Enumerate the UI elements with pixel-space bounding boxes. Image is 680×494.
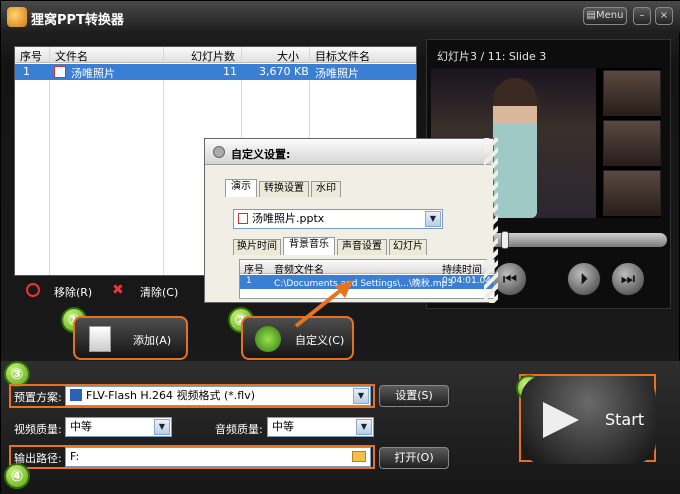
dialog-title: 自定义设置:: [231, 148, 291, 161]
open-button[interactable]: 打开(O): [379, 447, 449, 469]
preview-title: 幻灯片3 / 11: Slide 3: [437, 50, 547, 63]
column-divider: [163, 47, 164, 275]
start-arrow-icon: [543, 402, 579, 438]
video-quality-select[interactable]: 中等 ▼: [65, 417, 172, 437]
col-index[interactable]: 序号: [20, 48, 42, 64]
add-button-label: 添加(A): [133, 334, 172, 347]
subtab-sound-settings[interactable]: 声音设置: [337, 239, 387, 255]
annotation-arrow-icon: [294, 280, 353, 328]
step-marker-4: ④: [4, 463, 30, 489]
output-path-value: F:: [70, 450, 80, 463]
add-file-icon: [89, 326, 111, 352]
next-button[interactable]: ⏭: [611, 262, 645, 296]
folder-icon[interactable]: [352, 451, 366, 462]
tab-watermark[interactable]: 水印: [311, 181, 341, 197]
video-quality-value: 中等: [70, 420, 92, 433]
tools-icon: [255, 326, 281, 352]
start-label: Start: [605, 410, 645, 429]
audio-quality-value: 中等: [272, 420, 294, 433]
chevron-down-icon[interactable]: ▼: [425, 211, 441, 227]
dialog-torn-edge: [484, 138, 498, 303]
previous-button[interactable]: ⏮: [493, 262, 527, 296]
slide-photo-thumb: [603, 170, 661, 216]
minimize-button[interactable]: –: [633, 7, 651, 25]
music-col-file[interactable]: 音频文件名: [274, 261, 324, 276]
row-index: 1: [23, 65, 30, 78]
music-col-index[interactable]: 序号: [244, 261, 264, 276]
settings-button[interactable]: 设置(S): [379, 385, 449, 407]
add-button[interactable]: 添加(A): [73, 316, 188, 360]
preset-label: 预置方案:: [14, 391, 62, 404]
table-row[interactable]: 1 C:\Documents and Settings\...\晚秋.mp3 0…: [240, 275, 494, 289]
dialog-tabs: 演示 转换设置 水印: [225, 179, 495, 201]
table-row[interactable]: 1 汤唯照片 11 3,670 KB 汤唯照片: [15, 64, 416, 80]
col-filename[interactable]: 文件名: [55, 48, 88, 64]
custom-button-label: 自定义(C): [295, 334, 345, 347]
start-button[interactable]: Start: [521, 376, 656, 464]
main-window: 狸窝PPT转换器 ▤Menu – × 序号 文件名 幻灯片数 大小 目标文件名 …: [0, 0, 680, 494]
chevron-down-icon[interactable]: ▼: [356, 419, 372, 435]
menu-button[interactable]: ▤Menu: [583, 7, 627, 25]
photo-figure: [493, 78, 537, 218]
dialog-subtabs: 换片时间 背景音乐 声音设置 幻灯片: [233, 237, 495, 257]
remove-icon[interactable]: [26, 283, 40, 297]
slide-photo-thumb: [603, 70, 661, 116]
clear-button[interactable]: 清除(C): [140, 284, 178, 300]
slide-photo-thumb: [603, 120, 661, 166]
ppt-file-icon: [54, 66, 66, 78]
remove-button[interactable]: 移除(R): [54, 284, 92, 300]
row-target: 汤唯照片: [315, 67, 359, 80]
dialog-file-value: 汤唯照片.pptx: [252, 212, 325, 225]
column-divider: [49, 47, 50, 275]
col-target[interactable]: 目标文件名: [315, 48, 370, 64]
output-label: 输出路径:: [14, 452, 62, 465]
chevron-down-icon[interactable]: ▼: [154, 419, 170, 435]
seek-handle[interactable]: [501, 231, 509, 249]
audio-quality-label: 音频质量:: [215, 423, 263, 436]
video-quality-label: 视频质量:: [14, 423, 62, 436]
subtab-slide-timing[interactable]: 换片时间: [233, 239, 281, 255]
preset-select[interactable]: FLV-Flash H.264 视频格式 (*.flv) ▼: [65, 386, 371, 406]
title-bar: 狸窝PPT转换器 ▤Menu – ×: [1, 1, 680, 33]
close-button[interactable]: ×: [655, 7, 673, 25]
dialog-app-icon: [213, 146, 225, 158]
col-size[interactable]: 大小: [277, 48, 299, 64]
output-path-input[interactable]: F:: [65, 447, 371, 467]
file-list-header: 序号 文件名 幻灯片数 大小 目标文件名: [15, 47, 416, 63]
ppt-file-icon: [238, 213, 248, 224]
clear-icon[interactable]: ✖: [112, 283, 124, 297]
preset-value: FLV-Flash H.264 视频格式 (*.flv): [86, 389, 256, 402]
audio-quality-select[interactable]: 中等 ▼: [267, 417, 374, 437]
music-list-header: 序号 音频文件名 持续时间: [240, 260, 494, 276]
music-row-index: 1: [246, 276, 252, 286]
row-size: 3,670 KB: [259, 65, 309, 78]
seek-slider[interactable]: [487, 231, 667, 249]
menu-icon: ▤: [586, 10, 596, 21]
tab-conversion[interactable]: 转换设置: [259, 181, 309, 197]
subtab-background-music[interactable]: 背景音乐: [283, 237, 335, 255]
dialog-file-select[interactable]: 汤唯照片.pptx ▼: [233, 209, 443, 229]
play-button[interactable]: ⏵: [567, 262, 601, 296]
tab-presentation[interactable]: 演示: [225, 179, 257, 197]
dialog-title-bar: 自定义设置:: [205, 139, 493, 165]
row-slides: 11: [223, 65, 237, 78]
app-title: 狸窝PPT转换器: [31, 13, 124, 28]
chevron-down-icon[interactable]: ▼: [353, 388, 369, 404]
subtab-slides[interactable]: 幻灯片: [389, 239, 427, 255]
menu-label: Menu: [595, 10, 624, 21]
app-logo-icon: [7, 7, 27, 27]
row-filename: 汤唯照片: [71, 67, 115, 80]
col-slides[interactable]: 幻灯片数: [191, 48, 235, 64]
flv-format-icon: [70, 389, 82, 401]
music-list[interactable]: 序号 音频文件名 持续时间 1 C:\Documents and Setting…: [239, 259, 495, 299]
music-col-duration[interactable]: 持续时间: [442, 261, 482, 276]
